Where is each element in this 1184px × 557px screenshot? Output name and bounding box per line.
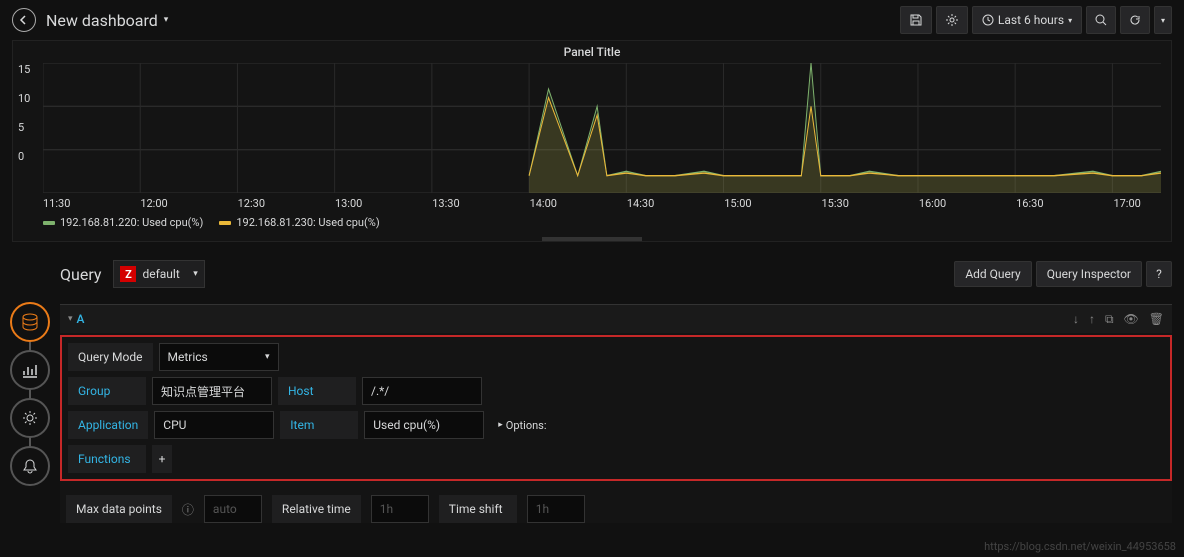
panel-title: Panel Title (13, 41, 1171, 63)
application-label[interactable]: Application (68, 411, 148, 439)
time-shift-input[interactable]: 1h (527, 495, 585, 523)
title-text: New dashboard (46, 11, 158, 30)
editor-tab-rail (0, 254, 60, 529)
duplicate-icon[interactable]: ⧉ (1105, 312, 1114, 327)
dashboard-title[interactable]: New dashboard ▾ (46, 11, 890, 30)
application-input[interactable]: CPU (154, 411, 274, 439)
group-input[interactable]: 知识点管理平台 (152, 377, 272, 405)
eye-icon[interactable]: 👁 (1124, 312, 1139, 327)
chevron-down-icon: ▾ (68, 314, 73, 324)
query-mode-label: Query Mode (68, 343, 153, 371)
help-button[interactable]: ? (1146, 261, 1172, 287)
tab-visualization[interactable] (10, 350, 50, 390)
query-letter: A (77, 312, 85, 326)
zabbix-icon: Z (120, 266, 136, 282)
time-range-picker[interactable]: Last 6 hours ▾ (972, 6, 1082, 34)
time-shift-label: Time shift (439, 495, 517, 523)
chevron-down-icon: ▾ (164, 15, 169, 25)
max-data-points-label: Max data points (66, 495, 172, 523)
query-heading: Query (60, 265, 101, 284)
query-mode-select[interactable]: Metrics ▾ (159, 343, 279, 371)
chart-svg (43, 63, 1161, 193)
chevron-right-icon: ▸ (498, 420, 503, 430)
zoom-out-button[interactable] (1086, 6, 1116, 34)
settings-button[interactable] (936, 6, 968, 34)
resize-handle[interactable] (542, 237, 642, 241)
tab-queries[interactable] (10, 302, 50, 342)
legend-item-1[interactable]: 192.168.81.220: Used cpu(%) (43, 216, 203, 229)
back-button[interactable] (12, 8, 36, 32)
trash-icon[interactable]: 🗑 (1149, 312, 1164, 327)
max-data-points-input[interactable]: auto (204, 495, 262, 523)
x-axis-labels: 11:3012:0012:3013:0013:3014:0014:3015:00… (13, 193, 1171, 212)
group-label[interactable]: Group (68, 377, 146, 405)
query-inspector-button[interactable]: Query Inspector (1036, 261, 1142, 287)
options-toggle[interactable]: ▸ Options: (490, 419, 546, 432)
info-icon[interactable]: ⓘ (182, 501, 194, 518)
functions-label[interactable]: Functions (68, 445, 146, 473)
tab-general[interactable] (10, 398, 50, 438)
move-up-icon[interactable]: ↑ (1089, 312, 1095, 327)
add-query-button[interactable]: Add Query (954, 261, 1031, 287)
query-toggle[interactable]: ▾ A (68, 312, 85, 326)
host-input[interactable]: /.*/ (362, 377, 482, 405)
datasource-select[interactable]: Z default ▾ (113, 260, 204, 288)
refresh-interval-dropdown[interactable]: ▾ (1154, 6, 1172, 34)
clock-icon (982, 14, 994, 26)
chevron-down-icon: ▾ (1068, 16, 1072, 25)
time-range-text: Last 6 hours (998, 13, 1064, 27)
highlighted-query-config: Query Mode Metrics ▾ Group 知识点管理平台 Host … (60, 335, 1172, 481)
refresh-button[interactable] (1120, 6, 1150, 34)
y-axis-labels: 151050 (18, 63, 30, 163)
legend-item-2[interactable]: 192.168.81.230: Used cpu(%) (219, 216, 379, 229)
move-down-icon[interactable]: ↓ (1073, 312, 1079, 327)
chevron-down-icon: ▾ (265, 352, 270, 362)
watermark: https://blog.csdn.net/weixin_44953658 (984, 540, 1176, 553)
add-function-button[interactable]: + (152, 445, 172, 473)
item-input[interactable]: Used cpu(%) (364, 411, 484, 439)
tab-alert[interactable] (10, 446, 50, 486)
chevron-down-icon: ▾ (193, 269, 198, 279)
save-button[interactable] (900, 6, 932, 34)
relative-time-label: Relative time (272, 495, 361, 523)
item-label[interactable]: Item (280, 411, 358, 439)
host-label[interactable]: Host (278, 377, 356, 405)
relative-time-input[interactable]: 1h (371, 495, 429, 523)
panel: Panel Title 151050 11:3012:0012:3013:001… (12, 40, 1172, 242)
chart-area[interactable]: 151050 (13, 63, 1171, 193)
legend: 192.168.81.220: Used cpu(%) 192.168.81.2… (13, 212, 1171, 237)
